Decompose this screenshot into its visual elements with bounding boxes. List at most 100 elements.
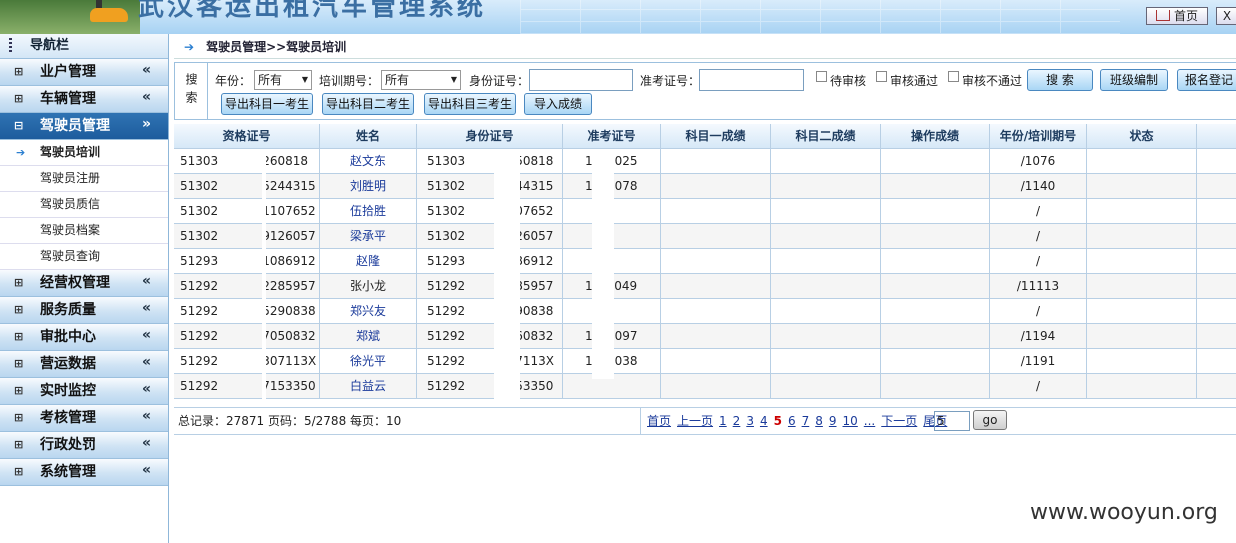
driver-name-link[interactable]: 郑斌 (356, 329, 380, 343)
driver-name-link[interactable]: 赵文东 (350, 154, 386, 168)
menu-operation-data[interactable]: ⊞ 营运数据 « (0, 351, 168, 378)
name-cell[interactable]: 徐光平 (320, 349, 417, 373)
expand-icon: ⊞ (14, 303, 24, 316)
name-cell[interactable]: 梁承平 (320, 224, 417, 248)
name-cell[interactable]: 白益云 (320, 374, 417, 398)
submenu-driver-register[interactable]: 驾驶员注册 (0, 166, 168, 192)
table-row[interactable]: 51292 7050832 郑斌 51292 60832 1 097/1194 (174, 324, 1236, 349)
failed-checkbox[interactable] (948, 71, 959, 82)
registration-button[interactable]: 报名登记 (1177, 69, 1236, 91)
export-subject1-button[interactable]: 导出科目一考生 (221, 93, 313, 115)
menu-driver[interactable]: ⊟ 驾驶员管理 » (0, 113, 168, 140)
driver-name-link[interactable]: 赵隆 (356, 254, 380, 268)
name-cell[interactable]: 刘胜明 (320, 174, 417, 198)
pending-checkbox[interactable] (816, 71, 827, 82)
passed-checkbox[interactable] (876, 71, 887, 82)
column-header[interactable]: 操作成绩 (881, 124, 990, 148)
table-row[interactable]: 51302 9126057 梁承平 51302 26057 / (174, 224, 1236, 249)
name-cell[interactable]: 郑兴友 (320, 299, 417, 323)
menu-assessment[interactable]: ⊞ 考核管理 « (0, 405, 168, 432)
menu-business-owner[interactable]: ⊞ 业户管理 « (0, 59, 168, 86)
driver-name-link[interactable]: 梁承平 (350, 229, 386, 243)
page-link[interactable]: 3 (746, 414, 754, 428)
id-number-input[interactable] (529, 69, 633, 91)
column-header[interactable]: 科目二成绩 (771, 124, 881, 148)
export-subject2-button[interactable]: 导出科目二考生 (322, 93, 414, 115)
submenu-driver-credit[interactable]: 驾驶员质信 (0, 192, 168, 218)
column-header[interactable]: 姓名 (320, 124, 417, 148)
go-button[interactable]: go (973, 410, 1007, 430)
page-link[interactable]: 9 (829, 414, 837, 428)
column-header[interactable]: 科目一成绩 (661, 124, 771, 148)
driver-name-link[interactable]: 刘胜明 (350, 179, 386, 193)
page-link[interactable]: 2 (733, 414, 741, 428)
id-number-suffix: 90838 (515, 304, 554, 318)
prev-page-link[interactable]: 上一页 (677, 414, 713, 428)
menu-vehicle[interactable]: ⊞ 车辆管理 « (0, 86, 168, 113)
submenu-driver-query[interactable]: 驾驶员查询 (0, 244, 168, 270)
page-link[interactable]: 5 (774, 414, 782, 428)
name-cell[interactable]: 张小龙 (320, 274, 417, 298)
year-select[interactable]: 所有 (254, 70, 312, 90)
exam-number-input[interactable] (699, 69, 804, 91)
name-cell[interactable]: 郑斌 (320, 324, 417, 348)
table-row[interactable]: 51302 5244315 刘胜明 51302 44315 1 078/1140 (174, 174, 1236, 199)
export-subject3-button[interactable]: 导出科目三考生 (424, 93, 516, 115)
menu-administrative-penalty[interactable]: ⊞ 行政处罚 « (0, 432, 168, 459)
page-link[interactable]: 7 (802, 414, 810, 428)
driver-name-link[interactable]: 郑兴友 (350, 304, 386, 318)
menu-service-quality[interactable]: ⊞ 服务质量 « (0, 297, 168, 324)
name-cell[interactable]: 赵文东 (320, 149, 417, 173)
next-page-link[interactable]: 下一页 (881, 414, 917, 428)
table-row[interactable]: 51292 2285957 张小龙 51292 85957 1 3049/11113 (174, 274, 1236, 299)
driver-name-link[interactable]: 徐光平 (350, 354, 386, 368)
page-link[interactable]: ... (864, 414, 875, 428)
column-header[interactable]: 年份/培训期号 (990, 124, 1087, 148)
period-cell: /11113 (990, 274, 1087, 298)
page-link[interactable]: 6 (788, 414, 796, 428)
page-link[interactable]: 8 (815, 414, 823, 428)
table-row[interactable]: 51293 1086912 赵隆 51293 86912 / (174, 249, 1236, 274)
name-cell[interactable]: 伍拾胜 (320, 199, 417, 223)
menu-approval-center[interactable]: ⊞ 审批中心 « (0, 324, 168, 351)
column-header[interactable]: 状态 (1087, 124, 1197, 148)
table-row[interactable]: 51302 1107652 伍拾胜 51302 07652 / (174, 199, 1236, 224)
column-header[interactable]: 资格证号 (174, 124, 320, 148)
menu-system-management[interactable]: ⊞ 系统管理 « (0, 459, 168, 486)
driver-name-link[interactable]: 伍拾胜 (350, 204, 386, 218)
home-button[interactable]: 首页 (1146, 7, 1208, 25)
page-link[interactable]: 1 (719, 414, 727, 428)
goto-page-input[interactable]: 5 (934, 411, 970, 431)
table-row[interactable]: 51292 307113X 徐光平 51292 7113X 1 038/1191 (174, 349, 1236, 374)
import-scores-button[interactable]: 导入成绩 (524, 93, 592, 115)
submenu-driver-training[interactable]: ➔ 驾驶员培训 (0, 140, 168, 166)
page-link[interactable]: 10 (843, 414, 858, 428)
first-page-link[interactable]: 首页 (647, 414, 671, 428)
column-header[interactable]: 身份证号 (417, 124, 563, 148)
expand-icon: ⊞ (14, 330, 24, 343)
close-button[interactable]: X (1216, 7, 1236, 25)
menu-realtime-monitor[interactable]: ⊞ 实时监控 « (0, 378, 168, 405)
menu-operating-rights[interactable]: ⊞ 经营权管理 « (0, 270, 168, 297)
redaction-mask (592, 149, 614, 379)
table-row[interactable]: 51303 260818 赵文东 51303 50818 1 025/1076 (174, 149, 1236, 174)
table-row[interactable]: 51292 5290838 郑兴友 51292 90838 / (174, 299, 1236, 324)
period-select[interactable]: 所有 (381, 70, 461, 90)
search-button[interactable]: 搜 索 (1027, 69, 1093, 91)
name-cell[interactable]: 赵隆 (320, 249, 417, 273)
driver-name-link[interactable]: 白益云 (350, 379, 386, 393)
submenu-driver-archive[interactable]: 驾驶员档案 (0, 218, 168, 244)
exam-number-label: 准考证号： (640, 74, 701, 88)
table-row[interactable]: 51292 7153350 白益云 51292 53350 / (174, 374, 1236, 399)
column-header[interactable]: 准考证号 (563, 124, 661, 148)
header-decoration (520, 0, 1120, 34)
id-number-suffix: 44315 (515, 179, 554, 193)
class-setup-button[interactable]: 班级编制 (1100, 69, 1168, 91)
exam-number-suffix: 025 (614, 154, 638, 168)
page-link[interactable]: 4 (760, 414, 768, 428)
chevron-left-icon: « (142, 408, 152, 424)
submenu-label: 驾驶员培训 (40, 145, 101, 159)
id-number-prefix: 51302 (427, 204, 466, 218)
table-header-row: 资格证号 姓名 身份证号 准考证号 科目一成绩 科目二成绩 操作成绩 年份/培训… (174, 124, 1236, 149)
driver-name-link[interactable]: 张小龙 (350, 279, 386, 293)
